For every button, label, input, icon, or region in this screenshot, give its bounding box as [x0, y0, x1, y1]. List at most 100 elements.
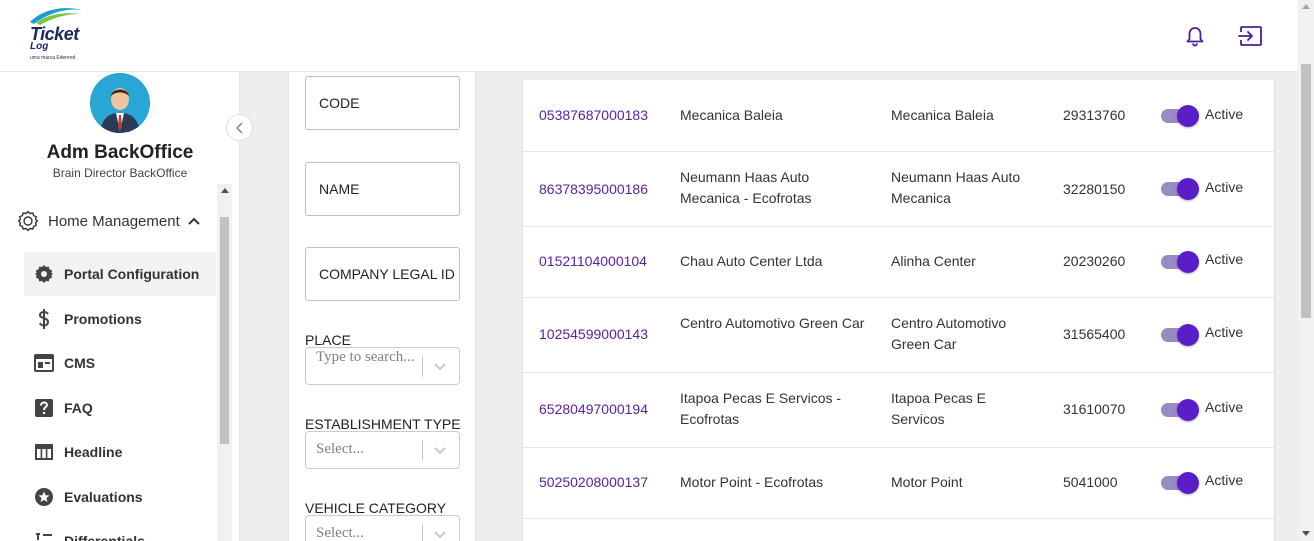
status-label: Active [1205, 251, 1244, 267]
active-toggle[interactable] [1159, 399, 1199, 421]
table-row[interactable]: 65280497000194 Itapoa Pecas E Servicos -… [523, 373, 1274, 448]
name-cell: Itapoa Pecas E Servicos - Ecofrotas [680, 390, 842, 427]
legal-name-cell: Neumann Haas Auto Mecanica [891, 169, 1021, 206]
menu-item-label: Promotions [64, 311, 142, 327]
code-link[interactable]: 01521104000104 [539, 251, 647, 272]
logo-swoosh-icon [30, 8, 82, 25]
active-toggle[interactable] [1159, 251, 1199, 273]
collapse-sidebar-button[interactable] [226, 114, 253, 141]
sidebar-menu: Home Management Portal Configuration Pro… [0, 184, 232, 541]
vehicle-category-select[interactable]: Select... [305, 515, 460, 541]
gear-icon [33, 263, 55, 285]
top-bar: Ticket Log uma marca Edenred [0, 0, 1298, 72]
table-row[interactable]: 10254599000143 Centro Automotivo Green C… [523, 298, 1274, 373]
avatar [90, 73, 150, 133]
number-cell: 20230260 [1063, 253, 1126, 269]
place-select[interactable]: Type to search... [305, 347, 460, 385]
settings-gear-outline-icon [17, 210, 39, 232]
menu-item-label: CMS [64, 355, 96, 371]
number-cell: 31610070 [1063, 401, 1126, 417]
user-role: Brain Director BackOffice [52, 166, 188, 180]
star-icon [33, 486, 55, 508]
menu-item-differentials[interactable]: Differentials [24, 519, 216, 541]
menu-item-evaluations[interactable]: Evaluations [24, 475, 216, 519]
legal-name-cell: Motor Point [891, 474, 963, 490]
menu-item-promotions[interactable]: Promotions [24, 297, 216, 341]
active-toggle[interactable] [1159, 105, 1199, 127]
menu-item-label: Evaluations [64, 489, 143, 505]
table-row[interactable]: 50250208000137 Motor Point - Ecofrotas M… [523, 448, 1274, 519]
place-placeholder: Type to search... [316, 349, 415, 365]
sidebar-scrollbar[interactable] [217, 184, 232, 541]
number-cell: 31565400 [1063, 326, 1126, 342]
page-scrollbar[interactable] [1298, 0, 1314, 541]
name-cell: Mecanica Baleia [680, 107, 783, 123]
sidebar-scrollbar-thumb[interactable] [220, 217, 229, 444]
name-cell: Chau Auto Center Ltda [680, 253, 823, 269]
menu-group-label: Home Management [48, 212, 180, 230]
status-label: Active [1205, 472, 1244, 488]
establishments-table: 05387687000183 Mecanica Baleia Mecanica … [522, 80, 1275, 541]
chevron-left-icon [235, 122, 243, 134]
active-toggle[interactable] [1159, 472, 1199, 494]
code-link[interactable]: 50250208000137 [539, 472, 648, 493]
legal-name-cell: Mecanica Baleia [891, 107, 994, 123]
logo-sub: Log [30, 41, 49, 52]
status-label: Active [1205, 399, 1244, 415]
help-icon [33, 397, 55, 419]
establishment-type-label: ESTABLISHMENT TYPE [305, 416, 461, 432]
active-toggle[interactable] [1159, 178, 1199, 200]
scroll-down-arrow-icon[interactable] [1302, 531, 1310, 536]
vehicle-category-placeholder: Select... [316, 525, 364, 541]
dollar-icon [33, 308, 55, 330]
number-cell: 29313760 [1063, 107, 1126, 123]
filter-panel: CODE NAME COMPANY LEGAL ID PLACE Type to… [288, 72, 476, 541]
number-cell: 32280150 [1063, 181, 1126, 197]
browser-window-icon [33, 352, 55, 374]
legal-name-cell: Itapoa Pecas E Servicos [891, 390, 986, 427]
place-label: PLACE [305, 332, 351, 348]
chevron-down-icon[interactable] [433, 360, 447, 372]
code-link[interactable]: 10254599000143 [539, 324, 648, 345]
chevron-up-icon [188, 217, 200, 225]
select-separator [422, 356, 423, 377]
legal-name-cell: Alinha Center [891, 253, 976, 269]
table-row[interactable]: 01521104000104 Chau Auto Center Ltda Ali… [523, 227, 1274, 298]
menu-group-home-management[interactable]: Home Management [16, 206, 200, 236]
page-scrollbar-thumb[interactable] [1301, 64, 1311, 318]
table-row[interactable]: 05387687000183 Mecanica Baleia Mecanica … [523, 80, 1274, 152]
name-cell: Centro Automotivo Green Car [680, 315, 865, 331]
menu-item-label: Differentials [64, 533, 145, 541]
logout-icon[interactable] [1238, 24, 1264, 48]
table-row[interactable]: 86378395000186 Neumann Haas Auto Mecanic… [523, 152, 1274, 227]
establishment-type-select[interactable]: Select... [305, 431, 460, 469]
menu-item-label: FAQ [64, 400, 93, 416]
status-label: Active [1205, 324, 1244, 340]
company-legal-id-filter-field[interactable]: COMPANY LEGAL ID [305, 247, 460, 301]
menu-item-faq[interactable]: FAQ [24, 386, 216, 430]
code-link[interactable]: 65280497000194 [539, 399, 648, 420]
name-cell: Motor Point - Ecofrotas [680, 474, 824, 490]
name-cell: Neumann Haas Auto Mecanica - Ecofrotas [680, 169, 812, 206]
code-link[interactable]: 05387687000183 [539, 105, 648, 126]
code-link[interactable]: 86378395000186 [539, 179, 648, 200]
sidebar: Adm BackOffice Brain Director BackOffice… [0, 72, 240, 541]
ticket-log-logo[interactable]: Ticket Log uma marca Edenred [26, 4, 86, 66]
menu-item-label: Headline [64, 444, 123, 460]
vehicle-category-label: VEHICLE CATEGORY [305, 500, 447, 516]
establishment-type-placeholder: Select... [316, 441, 364, 457]
menu-item-portal-configuration[interactable]: Portal Configuration [24, 252, 216, 296]
chevron-down-icon[interactable] [433, 444, 447, 456]
status-label: Active [1205, 179, 1244, 195]
scroll-up-arrow-icon[interactable] [221, 188, 229, 193]
active-toggle[interactable] [1159, 324, 1199, 346]
chevron-down-icon[interactable] [433, 528, 447, 540]
menu-item-headline[interactable]: Headline [24, 430, 216, 474]
notifications-bell-icon[interactable] [1184, 25, 1206, 47]
number-cell: 5041000 [1063, 474, 1118, 490]
code-filter-field[interactable]: CODE [305, 76, 460, 130]
scroll-up-arrow-icon[interactable] [1302, 4, 1310, 9]
menu-item-cms[interactable]: CMS [24, 341, 216, 385]
name-filter-field[interactable]: NAME [305, 162, 460, 216]
legal-name-cell: Centro Automotivo Green Car [891, 315, 1007, 352]
